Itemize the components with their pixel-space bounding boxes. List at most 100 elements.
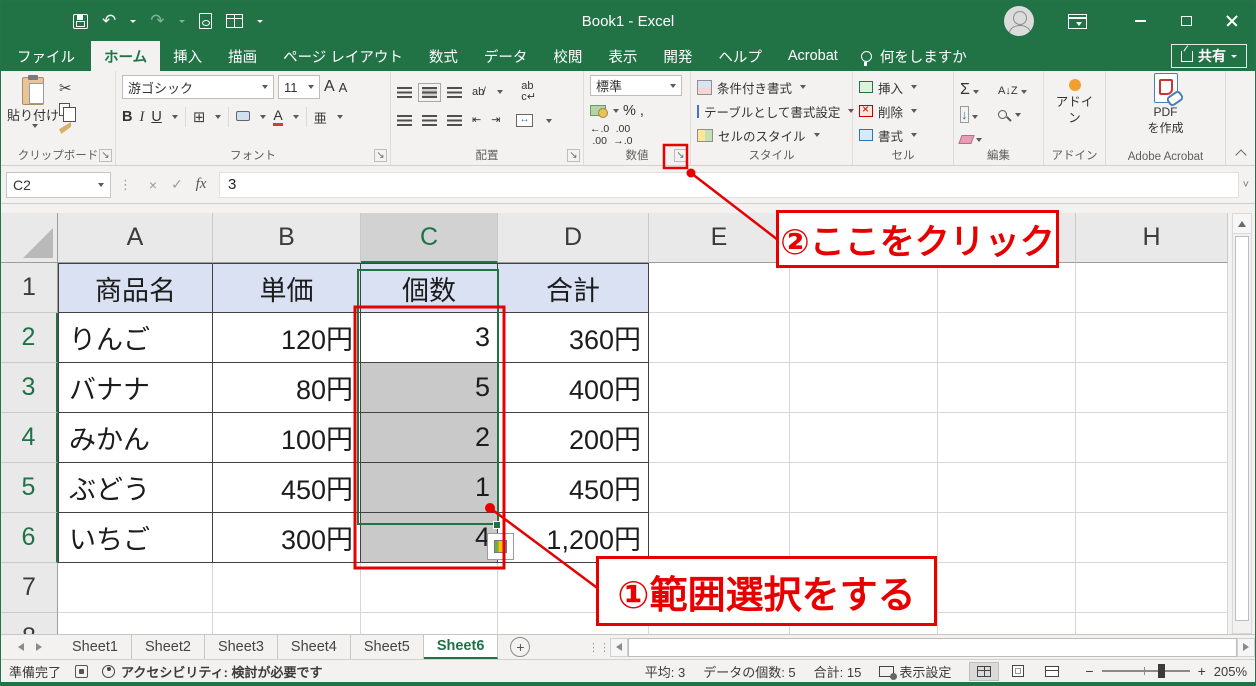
cell-B8[interactable] — [213, 613, 361, 634]
quick-analysis-button[interactable] — [487, 533, 514, 560]
cell-A8[interactable] — [58, 613, 213, 634]
bold-button[interactable]: B — [122, 109, 132, 125]
merge-center-icon[interactable] — [516, 114, 533, 127]
cell-H4[interactable] — [1076, 413, 1228, 463]
align-bottom-icon[interactable] — [447, 87, 462, 98]
cell-A5[interactable]: ぶどう — [58, 463, 213, 513]
cell-D4[interactable]: 200円 — [498, 413, 649, 463]
sheet-tab-5[interactable]: Sheet5 — [351, 635, 424, 659]
cell-H2[interactable] — [1076, 313, 1228, 363]
name-box[interactable]: C2 — [6, 172, 111, 198]
increase-indent-icon[interactable]: ⇥ — [491, 115, 500, 126]
sheet-tab-3[interactable]: Sheet3 — [205, 635, 278, 659]
cell-E1[interactable] — [649, 263, 790, 313]
touch-mode-icon[interactable] — [199, 13, 212, 29]
font-color-button[interactable]: A — [273, 108, 282, 126]
tab-insert[interactable]: 挿入 — [160, 41, 215, 71]
align-center-icon[interactable] — [422, 115, 437, 126]
italic-button[interactable]: I — [139, 109, 144, 126]
number-format-select[interactable]: 標準 — [590, 75, 682, 96]
tab-splitter-handle[interactable]: ⋮⋮ — [588, 635, 610, 659]
tab-draw[interactable]: 描画 — [215, 41, 270, 71]
share-button[interactable]: 共有 — [1171, 44, 1247, 68]
undo-icon[interactable]: ↶ — [102, 11, 116, 31]
underline-dropdown-icon[interactable] — [172, 115, 178, 119]
row-header-6[interactable]: 6 — [1, 513, 58, 563]
clear-button[interactable] — [960, 135, 998, 144]
tab-view[interactable]: 表示 — [595, 41, 650, 71]
cell-G8[interactable] — [938, 613, 1076, 634]
tab-formulas[interactable]: 数式 — [416, 41, 471, 71]
zoom-slider[interactable] — [1102, 670, 1190, 672]
cell-A1[interactable]: 商品名 — [58, 263, 213, 313]
zoom-slider-thumb[interactable] — [1158, 664, 1165, 678]
cell-H5[interactable] — [1076, 463, 1228, 513]
sheet-tab-2[interactable]: Sheet2 — [132, 635, 205, 659]
phonetic-guide-button[interactable]: 亜 — [314, 108, 327, 127]
row-header-1[interactable]: 1 — [1, 263, 58, 313]
customize-qat-icon[interactable] — [257, 20, 263, 23]
cell-G7[interactable] — [938, 563, 1076, 613]
ribbon-display-options-icon[interactable] — [1068, 14, 1087, 29]
cell-B3[interactable]: 80円 — [213, 363, 361, 413]
font-size-select[interactable]: 11 — [278, 75, 320, 99]
cell-A2[interactable]: りんご — [58, 313, 213, 363]
cell-C6[interactable]: 4 — [361, 513, 498, 563]
zoom-in-button[interactable]: + — [1198, 663, 1206, 679]
new-sheet-button[interactable]: + — [510, 637, 530, 657]
column-header-C[interactable]: C — [361, 213, 498, 263]
cell-H3[interactable] — [1076, 363, 1228, 413]
redo-dropdown-icon[interactable] — [179, 20, 185, 23]
column-header-B[interactable]: B — [213, 213, 361, 263]
fill-button[interactable]: ↓ — [960, 106, 998, 124]
row-header-2[interactable]: 2 — [1, 313, 58, 363]
phonetic-dropdown-icon[interactable] — [337, 115, 343, 119]
scroll-right-button[interactable] — [1237, 638, 1255, 657]
wrap-text-icon[interactable]: abc↵ — [521, 81, 536, 103]
cell-G2[interactable] — [938, 313, 1076, 363]
format-as-table-button[interactable]: テーブルとして書式設定 — [697, 99, 848, 123]
cell-A6[interactable]: いちご — [58, 513, 213, 563]
cell-B4[interactable]: 100円 — [213, 413, 361, 463]
tab-acrobat[interactable]: Acrobat — [775, 41, 851, 71]
cell-H1[interactable] — [1076, 263, 1228, 313]
zoom-out-button[interactable]: − — [1085, 663, 1093, 679]
number-dialog-launcher[interactable]: ↘ — [674, 149, 687, 162]
tab-review[interactable]: 校閲 — [540, 41, 595, 71]
row-header-3[interactable]: 3 — [1, 363, 58, 413]
delete-cells-button[interactable]: 削除 — [859, 99, 949, 123]
borders-icon[interactable]: ⊞ — [193, 108, 206, 126]
cell-F2[interactable] — [790, 313, 938, 363]
tab-data[interactable]: データ — [471, 41, 541, 71]
cell-E3[interactable] — [649, 363, 790, 413]
cell-F4[interactable] — [790, 413, 938, 463]
align-left-icon[interactable] — [397, 115, 412, 126]
formula-input[interactable]: 3 — [219, 172, 1239, 198]
page-layout-view-button[interactable] — [1003, 662, 1033, 681]
cell-A7[interactable] — [58, 563, 213, 613]
autosum-button[interactable]: Σ — [960, 81, 998, 99]
save-icon[interactable] — [73, 14, 88, 29]
addins-button[interactable]: アドイン — [1044, 79, 1105, 126]
cell-G6[interactable] — [938, 513, 1076, 563]
fill-color-icon[interactable] — [236, 111, 250, 121]
cell-H8[interactable] — [1076, 613, 1228, 634]
decrease-decimal-button[interactable]: .00 →.0 — [613, 124, 632, 147]
tab-developer[interactable]: 開発 — [650, 41, 705, 71]
row-header-4[interactable]: 4 — [1, 413, 58, 463]
cell-D2[interactable]: 360円 — [498, 313, 649, 363]
copy-icon[interactable] — [59, 103, 70, 116]
cell-A4[interactable]: みかん — [58, 413, 213, 463]
orientation-dropdown-icon[interactable] — [497, 90, 503, 94]
cell-C3[interactable]: 5 — [361, 363, 498, 413]
minimize-button[interactable] — [1117, 1, 1163, 41]
create-pdf-button[interactable]: PDF を作成 — [1106, 73, 1225, 136]
sheet-tab-1[interactable]: Sheet1 — [59, 635, 132, 659]
vertical-scrollbar-thumb[interactable] — [1235, 236, 1249, 621]
align-right-icon[interactable] — [447, 115, 462, 126]
formula-bar-handle[interactable]: ⋮ — [119, 177, 133, 193]
horizontal-scrollbar-thumb[interactable] — [628, 638, 1237, 657]
font-name-select[interactable]: 游ゴシック — [122, 75, 274, 99]
fill-handle[interactable] — [493, 521, 501, 529]
cell-C7[interactable] — [361, 563, 498, 613]
